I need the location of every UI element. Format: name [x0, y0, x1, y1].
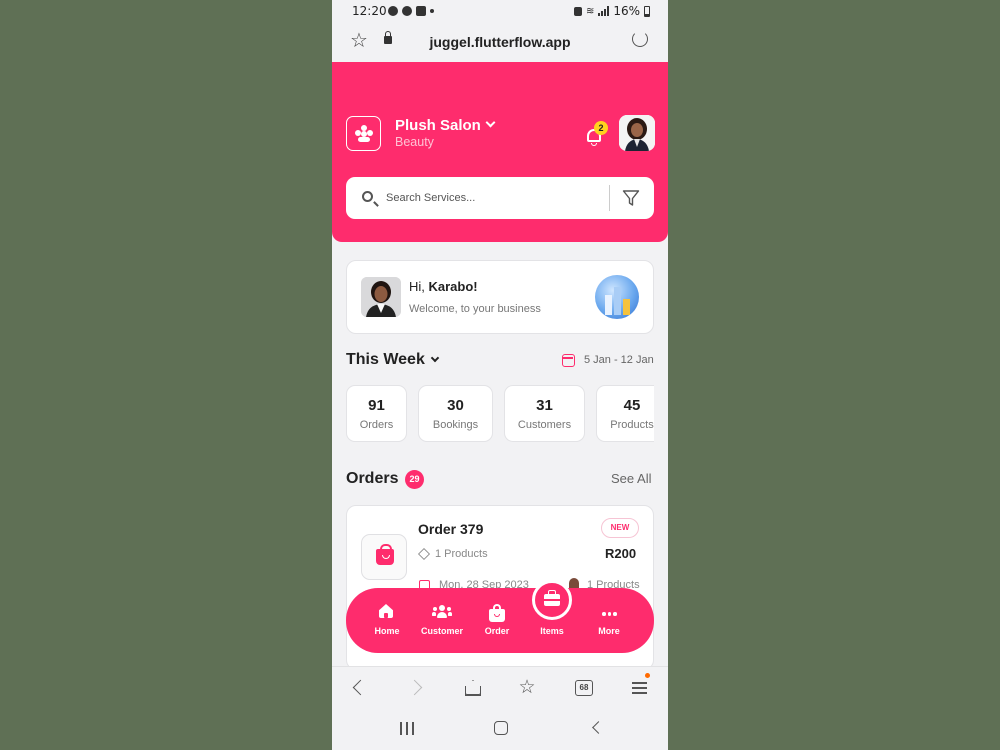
salon-logo-icon	[354, 124, 373, 143]
shopping-bag-icon	[488, 604, 506, 622]
date-range[interactable]: 5 Jan - 12 Jan	[584, 354, 654, 366]
nav-more[interactable]: More	[579, 602, 639, 636]
url-text[interactable]: juggel.flutterflow.app	[332, 34, 668, 50]
recent-apps-icon[interactable]	[400, 722, 414, 735]
wifi-icon: ≋	[585, 5, 595, 17]
browser-toolbar: ☆ 68	[332, 666, 668, 708]
nav-home[interactable]: Home	[357, 602, 417, 636]
android-nav-bar	[332, 708, 668, 750]
stat-card-orders[interactable]: 91 Orders	[346, 385, 407, 442]
chat-icon	[402, 6, 412, 16]
status-time: 12:20	[352, 4, 387, 18]
business-building-icon	[595, 275, 639, 319]
stat-label: Customers	[517, 419, 572, 431]
user-name: Karabo!	[428, 279, 478, 294]
nav-order[interactable]: Order	[467, 602, 527, 636]
home-icon	[378, 604, 396, 622]
orders-title: Orders	[346, 470, 399, 487]
calendar-icon[interactable]	[562, 354, 575, 367]
chevron-down-icon	[430, 353, 440, 363]
business-name: Plush Salon	[395, 117, 481, 134]
status-badge: NEW	[601, 518, 639, 538]
week-selector[interactable]: This Week	[346, 351, 440, 369]
messenger-icon	[388, 6, 398, 16]
nav-items[interactable]: Items	[522, 602, 582, 636]
user-avatar[interactable]	[361, 277, 401, 317]
order-icon-box	[361, 534, 407, 580]
stats-row: 91 Orders 30 Bookings 31 Customers 45 Pr…	[346, 385, 654, 443]
stat-value: 91	[368, 397, 385, 414]
search-icon	[362, 191, 373, 202]
menu-icon[interactable]	[629, 673, 651, 699]
people-icon	[432, 604, 452, 622]
stat-value: 45	[623, 397, 641, 414]
more-notifications-dot-icon	[430, 9, 434, 13]
android-back-icon[interactable]	[592, 721, 605, 734]
status-notification-icons	[388, 6, 434, 16]
alarm-icon	[573, 6, 582, 16]
box-icon	[417, 547, 431, 561]
user-avatar-image	[361, 277, 401, 317]
stat-value: 31	[536, 397, 553, 414]
tabs-icon[interactable]: 68	[575, 680, 593, 696]
forward-arrow-icon[interactable]	[407, 677, 429, 699]
order-products: 1 Products	[435, 548, 488, 560]
reload-icon[interactable]	[632, 31, 648, 47]
nav-label: Items	[540, 626, 564, 636]
status-right: ≋ 16%	[573, 4, 650, 18]
business-category: Beauty	[395, 135, 434, 149]
greeting-prefix: Hi,	[409, 279, 429, 294]
nav-label: Customer	[420, 626, 463, 636]
shopping-bag-icon	[376, 544, 394, 565]
order-title: Order 379	[418, 521, 484, 537]
android-home-icon[interactable]	[494, 721, 508, 735]
battery-icon	[644, 5, 650, 17]
stat-label: Products	[610, 419, 654, 431]
welcome-subtitle: Welcome, to your business	[409, 303, 541, 315]
stat-card-bookings[interactable]: 30 Bookings	[418, 385, 493, 442]
nav-label: Home	[374, 626, 400, 636]
more-dots-icon	[600, 604, 618, 622]
filter-icon[interactable]	[622, 189, 640, 207]
search-bar	[346, 177, 654, 219]
stat-label: Bookings	[432, 419, 479, 431]
back-arrow-icon[interactable]	[349, 677, 371, 699]
nav-customer[interactable]: Customer	[412, 602, 472, 636]
business-switcher[interactable]: Plush Salon	[395, 117, 496, 134]
stat-card-customers[interactable]: 31 Customers	[504, 385, 585, 442]
search-input[interactable]	[386, 188, 586, 208]
gallery-icon	[416, 6, 426, 16]
signal-icon	[598, 6, 610, 16]
orders-count-badge: 29	[405, 470, 424, 489]
search-divider	[609, 185, 610, 211]
stat-value: 30	[447, 397, 464, 414]
app-header: Plush Salon Beauty 2	[332, 62, 668, 242]
bottom-nav: Home Customer Order Items More	[346, 580, 654, 653]
profile-avatar[interactable]	[619, 115, 655, 151]
notification-count-badge: 2	[594, 121, 608, 135]
status-bar: 12:20 ≋ 16%	[332, 0, 668, 24]
week-title: This Week	[346, 351, 425, 368]
business-logo[interactable]	[346, 116, 381, 151]
stat-card-products[interactable]: 45 Products	[596, 385, 654, 442]
home-icon[interactable]	[461, 677, 483, 699]
see-all-link[interactable]: See All	[611, 471, 651, 486]
stat-label: Orders	[359, 419, 394, 431]
chevron-down-icon	[485, 117, 496, 128]
browser-url-bar: ☆ juggel.flutterflow.app	[332, 24, 668, 62]
greeting: Hi, Karabo!	[409, 279, 478, 294]
order-price: R200	[605, 546, 637, 561]
nav-label: Order	[484, 626, 510, 636]
welcome-card: Hi, Karabo! Welcome, to your business	[346, 260, 654, 334]
avatar-image	[619, 115, 655, 151]
bookmarks-icon[interactable]: ☆	[516, 677, 538, 699]
nav-label: More	[598, 626, 620, 636]
battery-percent: 16%	[613, 4, 640, 18]
phone-screen: 12:20 ≋ 16% ☆ juggel.flutterflow.app Plu…	[332, 0, 668, 750]
